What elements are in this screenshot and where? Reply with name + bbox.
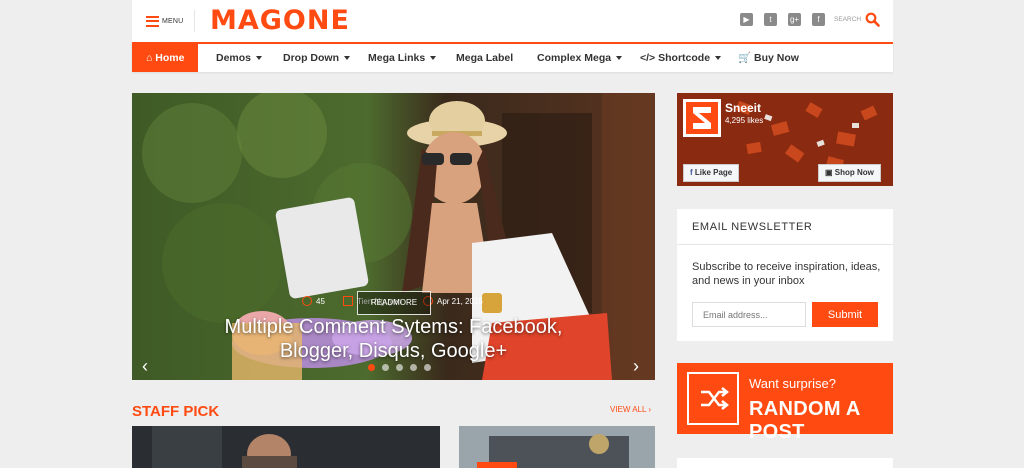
header-divider bbox=[194, 10, 195, 32]
menu-label: MENU bbox=[162, 17, 184, 25]
nav-mega-label-label: Mega Label bbox=[456, 52, 514, 64]
view-all-link[interactable]: VIEW ALL › bbox=[610, 405, 651, 414]
facebook-shop-label: Shop Now bbox=[834, 168, 874, 177]
twitter-icon[interactable]: t bbox=[764, 13, 777, 26]
google-plus-icon[interactable]: g+ bbox=[788, 13, 801, 26]
comment-count[interactable]: 45 bbox=[302, 296, 325, 306]
featured-slider[interactable]: 45 Tien Nguyen Apr 21, 2015 Multiple Com… bbox=[132, 93, 655, 380]
newsletter-divider bbox=[677, 244, 893, 245]
nav-drop-down-label: Drop Down bbox=[283, 52, 339, 64]
shuffle-icon bbox=[687, 372, 739, 425]
slider-dot[interactable] bbox=[410, 364, 417, 371]
nav-mega-label[interactable]: Mega Label bbox=[456, 44, 513, 72]
staff-pick-image bbox=[459, 426, 655, 468]
comment-icon bbox=[302, 296, 312, 306]
chevron-down-icon bbox=[430, 56, 437, 61]
nav-buy-now-label: Buy Now bbox=[754, 52, 799, 64]
nav-mega-links[interactable]: Mega Links bbox=[368, 44, 437, 72]
view-all-label: VIEW ALL bbox=[610, 405, 647, 414]
email-field[interactable] bbox=[692, 302, 806, 327]
nav-complex-mega[interactable]: Complex Mega bbox=[537, 44, 623, 72]
chevron-down-icon bbox=[715, 56, 722, 61]
chevron-down-icon bbox=[256, 56, 263, 61]
nav-drop-down[interactable]: Drop Down bbox=[283, 44, 350, 72]
facebook-icon[interactable]: f bbox=[812, 13, 825, 26]
post-date: Apr 21, 2015 bbox=[423, 296, 483, 306]
slide-title-line-2: Blogger, Disqus, Google+ bbox=[279, 340, 508, 362]
facebook-like-label: Like Page bbox=[694, 168, 733, 177]
nav-mega-links-label: Mega Links bbox=[368, 52, 426, 64]
nav-complex-mega-label: Complex Mega bbox=[537, 52, 612, 64]
nav-demos-label: Demos bbox=[216, 52, 252, 64]
home-icon: ⌂ bbox=[146, 52, 153, 64]
nav-buy-now[interactable]: 🛒 Buy Now bbox=[738, 44, 799, 72]
slider-dot-active[interactable] bbox=[368, 364, 375, 371]
random-post-title: RANDOM A POST bbox=[749, 398, 860, 443]
facebook-page-name[interactable]: Sneeit bbox=[725, 101, 761, 115]
comment-count-value: 45 bbox=[316, 296, 325, 306]
code-icon: </> bbox=[640, 52, 659, 64]
facebook-like-button[interactable]: f Like Page bbox=[683, 164, 740, 182]
nav-home[interactable]: ⌂ Home bbox=[132, 44, 199, 72]
slider-dot[interactable] bbox=[424, 364, 431, 371]
cart-icon: 🛒 bbox=[738, 52, 754, 64]
facebook-likes: 4,295 likes bbox=[725, 116, 764, 125]
slider-dot[interactable] bbox=[382, 364, 389, 371]
site-logo[interactable]: MAGONE bbox=[210, 5, 350, 36]
random-post-button[interactable]: Want surprise? RANDOM A POST bbox=[677, 363, 893, 443]
staff-pick-image bbox=[132, 426, 440, 468]
nav-shortcode[interactable]: </> Shortcode bbox=[640, 44, 722, 72]
staff-pick-heading: STAFF PICK bbox=[132, 403, 220, 420]
menu-button[interactable]: MENU bbox=[146, 12, 183, 30]
newsletter-description: Subscribe to receive inspiration, ideas,… bbox=[692, 261, 881, 287]
site-header: MENU MAGONE ▶ t g+ f SEARCH bbox=[132, 0, 893, 42]
chevron-down-icon bbox=[344, 56, 350, 61]
nav-shortcode-label: Shortcode bbox=[658, 52, 711, 64]
staff-pick-thumbnail[interactable] bbox=[132, 426, 440, 468]
main-nav: ⌂ Home Demos Drop Down Mega Links Mega L… bbox=[132, 42, 893, 72]
newsletter-title: EMAIL NEWSLETTER bbox=[692, 221, 813, 233]
youtube-icon[interactable]: ▶ bbox=[740, 13, 753, 26]
slide-title[interactable]: Multiple Comment Sytems: Facebook, Blogg… bbox=[132, 315, 655, 363]
staff-pick-thumbnail[interactable] bbox=[459, 426, 655, 468]
search-icon[interactable] bbox=[865, 12, 880, 27]
random-post-subtitle: Want surprise? bbox=[749, 376, 836, 391]
pencil-icon bbox=[343, 296, 353, 306]
slider-prev-arrow-icon[interactable]: ‹ bbox=[142, 356, 148, 377]
chevron-right-icon: › bbox=[648, 405, 652, 414]
hamburger-icon bbox=[146, 15, 159, 27]
nav-demos[interactable]: Demos bbox=[216, 44, 263, 72]
slide-title-line-1: Multiple Comment Sytems: Facebook, bbox=[224, 316, 563, 338]
readmore-button[interactable]: READMORE bbox=[357, 291, 431, 315]
sidebar-panel bbox=[677, 458, 893, 468]
post-date-value: Apr 21, 2015 bbox=[437, 296, 483, 306]
chevron-down-icon bbox=[616, 56, 623, 61]
search-label: SEARCH bbox=[834, 16, 862, 23]
submit-button[interactable]: Submit bbox=[812, 302, 878, 327]
slider-next-arrow-icon[interactable]: › bbox=[633, 356, 639, 377]
shop-icon: ▣ bbox=[825, 168, 835, 177]
slider-dot[interactable] bbox=[396, 364, 403, 371]
facebook-shop-button[interactable]: ▣ Shop Now bbox=[818, 164, 881, 182]
nav-home-label: Home bbox=[155, 52, 185, 64]
